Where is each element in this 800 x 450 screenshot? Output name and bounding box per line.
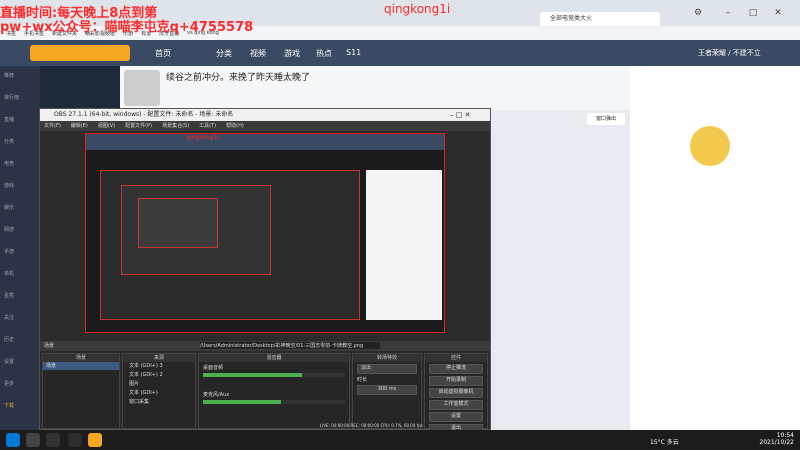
source-item[interactable]: 窗口采集 [123, 398, 195, 407]
dock-mixer: 混音器 桌面音频 麦克风/Aux [198, 353, 350, 429]
source-item[interactable]: 文本 (GDI+) 2 [123, 371, 195, 380]
settings-icon[interactable]: ⚙ [690, 6, 706, 20]
obs-app-icon[interactable] [46, 433, 60, 447]
search-icon[interactable] [26, 433, 40, 447]
preview-header [86, 134, 444, 150]
mixer-meter [203, 400, 345, 404]
settings-button[interactable]: 设置 [429, 412, 483, 422]
sidebar-item[interactable]: 单机 [4, 270, 38, 282]
sidebar-item[interactable]: 直播 [4, 116, 38, 128]
nav-s11[interactable]: S11 [346, 48, 361, 57]
overlay-contact-text: pw+wx公众号：喵喵李屯克q+4755578 [0, 20, 254, 35]
browser-app-icon[interactable] [88, 433, 102, 447]
sidebar-item[interactable]: 星秀 [4, 292, 38, 304]
obs-window: OBS 27.1.1 (64-bit, windows) - 配置文件: 未命名… [39, 108, 491, 434]
obs-preview[interactable]: qingkong1i [85, 133, 445, 333]
preview-chat [366, 170, 442, 320]
dock-transitions: 转场特效 淡出 时长 300 ms [352, 353, 422, 429]
user-level: 王者荣耀 / 不建不立 [698, 49, 761, 57]
sidebar-item[interactable]: 分类 [4, 138, 38, 150]
nav-home[interactable]: 首页 [155, 48, 171, 59]
stop-stream-button[interactable]: 停止推流 [429, 364, 483, 374]
menu-view[interactable]: 视图(V) [98, 121, 115, 131]
obs-source-toolbar: 场景 /Users/Administrator/Desktop/彩神晚空/01-… [40, 341, 490, 351]
sidebar-item[interactable]: 下载 [4, 402, 38, 414]
dock-title: 混音器 [199, 354, 349, 362]
nested-preview-2 [121, 185, 271, 275]
sidebar-item[interactable]: 关注 [4, 314, 38, 326]
obs-menu-bar: 文件(F) 编辑(E) 视图(V) 配置文件(P) 场景集合(S) 工具(T) … [40, 121, 490, 131]
obs-status-bar: LIVE: 00:00:00 REC: 00:00:00 CPU: 0.7%, … [320, 423, 423, 428]
nested-preview-3 [138, 198, 218, 248]
sidebar-item[interactable]: 排行榜 [4, 94, 38, 106]
source-item[interactable]: 文本 (GDI+) 3 [123, 362, 195, 371]
scene-item[interactable]: 场景 [43, 362, 119, 370]
streamer-avatar[interactable] [124, 70, 160, 106]
dock-title: 场景 [43, 354, 119, 362]
sidebar-item[interactable]: 推荐 [4, 72, 38, 84]
menu-file[interactable]: 文件(F) [44, 121, 61, 131]
source-item[interactable]: 图片 [123, 380, 195, 389]
windows-start-icon[interactable] [6, 433, 20, 447]
nav-video[interactable]: 视频 [250, 48, 266, 59]
virtual-camera-button[interactable]: 启动虚拟摄像机 [429, 388, 483, 398]
clock-date: 2021/10/22 [759, 439, 794, 446]
stream-header: 续谷之前冲分。来挽了昨天睡太晚了 [120, 66, 630, 110]
duration-input[interactable]: 300 ms [357, 385, 417, 395]
popout-button[interactable]: 窗口弹出 [587, 113, 625, 125]
site-logo[interactable] [30, 45, 130, 61]
dock-scenes: 场景 场景 [42, 353, 120, 429]
sidebar-item[interactable]: 设置 [4, 358, 38, 370]
dock-title: 转场特效 [353, 354, 421, 362]
nav-category[interactable]: 分类 [216, 48, 232, 59]
obs-title-bar: OBS 27.1.1 (64-bit, windows) - 配置文件: 未命名… [40, 109, 490, 121]
chat-panel [630, 66, 800, 430]
mixer-track-name: 麦克风/Aux [203, 392, 230, 398]
nav-games[interactable]: 游戏 [284, 48, 300, 59]
sidebar-item[interactable]: 更多 [4, 380, 38, 392]
sidebar-item[interactable]: 电竞 [4, 160, 38, 172]
mixer-track-name: 桌面音频 [203, 365, 224, 371]
sidebar-item[interactable]: 娱乐 [4, 204, 38, 216]
source-item[interactable]: 文本 (GDI+) [123, 389, 195, 398]
obs-window-controls[interactable]: – □ ✕ [450, 109, 490, 121]
nested-preview-1 [100, 170, 360, 320]
dock-title: 控件 [425, 354, 487, 362]
stream-title: 续谷之前冲分。来挽了昨天睡太晚了 [166, 73, 311, 83]
taskbar [0, 430, 800, 450]
overlay-watermark: qingkong1i [384, 2, 451, 16]
duration-label: 时长 [357, 377, 368, 383]
menu-scene-collection[interactable]: 场景集合(S) [162, 121, 189, 131]
menu-edit[interactable]: 编辑(E) [71, 121, 88, 131]
maximize-icon[interactable]: □ [745, 6, 761, 20]
toolbar-path[interactable]: /Users/Administrator/Desktop/彩神晚空/01-三国志… [200, 342, 380, 349]
menu-help[interactable]: 帮助(H) [226, 121, 244, 131]
sidebar-item[interactable]: 游戏 [4, 182, 38, 194]
menu-profile[interactable]: 配置文件(P) [125, 121, 152, 131]
sidebar-item[interactable]: 网游 [4, 226, 38, 238]
minimize-icon[interactable]: – [720, 6, 736, 20]
close-icon[interactable]: ✕ [770, 6, 786, 20]
left-sidebar: 推荐 排行榜 直播 分类 电竞 游戏 娱乐 网游 手游 单机 星秀 关注 历史 … [0, 66, 40, 430]
start-recording-button[interactable]: 开始录制 [429, 376, 483, 386]
sidebar-item[interactable]: 手游 [4, 248, 38, 260]
dock-controls: 控件 停止推流 开始录制 启动虚拟摄像机 工作室模式 设置 退出 [424, 353, 488, 434]
nav-hot[interactable]: 热点 [316, 48, 332, 59]
sidebar-item[interactable]: 历史 [4, 336, 38, 348]
app-icon[interactable] [68, 433, 82, 447]
clock-time: 10:54 [776, 432, 794, 439]
clock: 10:54 2021/10/22 [752, 432, 794, 446]
toolbar-scene-label: 场景 [44, 343, 55, 349]
browser-tab[interactable]: 全部电竞类大火 [540, 12, 660, 26]
preview-watermark: qingkong1i [186, 134, 220, 141]
transition-select[interactable]: 淡出 [357, 364, 417, 374]
studio-mode-button[interactable]: 工作室模式 [429, 400, 483, 410]
weather-text: 15°C 多云 [650, 439, 679, 446]
menu-tools[interactable]: 工具(T) [199, 121, 216, 131]
dock-title: 来源 [123, 354, 195, 362]
badge-icon [690, 126, 730, 166]
dock-sources: 来源 文本 (GDI+) 3 文本 (GDI+) 2 图片 文本 (GDI+) … [122, 353, 196, 429]
